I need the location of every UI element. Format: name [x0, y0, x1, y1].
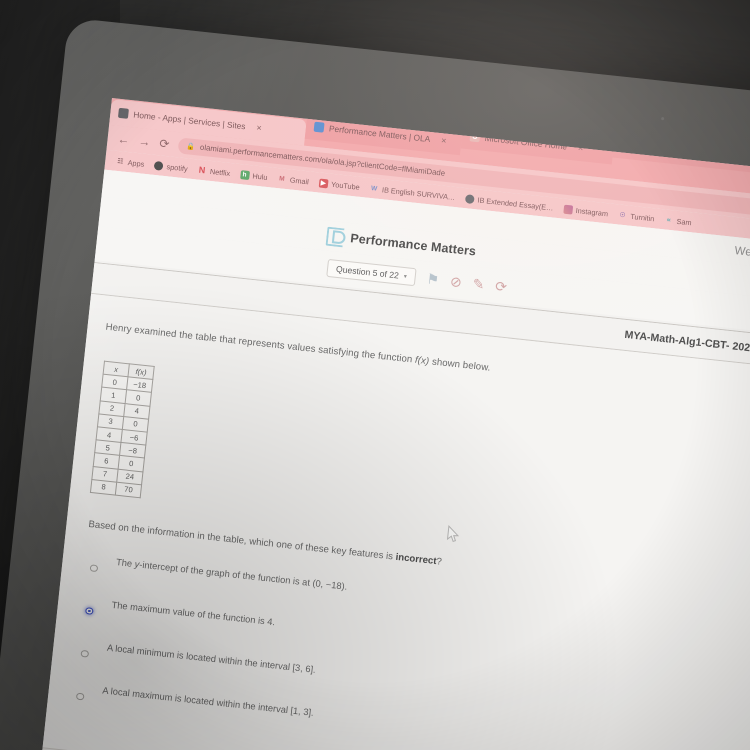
bookmark-label: Instagram [575, 205, 609, 218]
lock-icon: 🔒 [185, 142, 196, 151]
assessment-page: Welcome, MARLY S Performance Matters Que… [37, 169, 750, 750]
choice-text-after: -intercept of the graph of the function … [138, 559, 348, 592]
bezel-speck [661, 116, 665, 121]
performance-matters-icon [313, 121, 325, 133]
question-prompt-after: ? [435, 556, 443, 568]
bookmark-label: spotify [166, 161, 189, 173]
radio-button[interactable] [89, 564, 98, 573]
photo-scene: Home - Apps | Services | Sites × Perform… [0, 0, 750, 750]
globe-icon [464, 193, 475, 204]
question-selector[interactable]: Question 5 of 22 ▾ [326, 258, 417, 287]
bookmark-label: Gmail [289, 174, 310, 186]
forward-icon[interactable]: → [138, 134, 151, 149]
turnitin-icon: ☉ [619, 211, 626, 220]
bookmark-youtube[interactable]: ▶ YouTube [318, 177, 361, 192]
question-body: Henry examined the table that represents… [37, 293, 750, 750]
netflix-icon: N [198, 164, 206, 176]
instagram-icon [562, 204, 573, 215]
browser-tab-title: Home - Apps | Services | Sites [132, 109, 247, 132]
spotify-icon [153, 160, 164, 171]
performance-matters-p-icon [325, 226, 345, 247]
back-icon[interactable]: ← [117, 131, 130, 146]
youtube-icon: ▶ [318, 177, 329, 188]
pencil-icon[interactable]: ✎ [472, 275, 485, 292]
cell-x: 8 [90, 479, 117, 495]
cell-fx: 70 [115, 481, 142, 498]
bookmark-sam[interactable]: ∝ Sam [664, 215, 692, 227]
reset-icon[interactable]: ⟳ [494, 278, 507, 295]
bookmark-hulu[interactable]: h Hulu [239, 169, 268, 182]
laptop-screen: Home - Apps | Services | Sites × Perform… [37, 98, 750, 750]
bookmark-spotify[interactable]: spotify [153, 160, 189, 173]
bookmark-label: Sam [676, 216, 693, 227]
radio-button[interactable] [80, 649, 89, 658]
flag-icon[interactable]: ⚑ [426, 271, 440, 288]
word-doc-icon: W [370, 184, 378, 193]
bookmark-label: Turnitin [629, 211, 655, 223]
radio-button-selected[interactable] [84, 606, 94, 616]
reload-icon[interactable]: ⟳ [159, 136, 170, 151]
choice-text-before: The [115, 556, 136, 569]
gmail-icon: M [278, 174, 285, 183]
bookmark-label: IB Extended Essay(E… [477, 194, 554, 213]
tab-close-icon[interactable]: × [256, 123, 262, 134]
strikeout-icon[interactable]: ⊘ [449, 273, 462, 290]
sam-icon: ∝ [666, 216, 672, 225]
question-prompt-bold: incorrect [395, 551, 438, 567]
chevron-down-icon: ▾ [403, 273, 408, 280]
globe-icon [117, 107, 129, 119]
hulu-icon: h [239, 169, 250, 180]
bookmark-apps[interactable]: ☷ Apps [115, 156, 145, 169]
bookmark-netflix[interactable]: N Netflix [197, 164, 231, 178]
bookmark-turnitin[interactable]: ☉ Turnitin [618, 210, 655, 223]
bookmark-label: IB English SURVIVA… [381, 184, 456, 202]
bookmark-label: Hulu [252, 170, 268, 182]
function-value-table: x f(x) 0 −18 1 0 2 4 3 0 4 −6 5 −8 6 0 7… [89, 360, 155, 499]
bookmark-label: Apps [127, 157, 145, 169]
question-stem-after: shown below. [428, 356, 492, 374]
bookmark-gmail[interactable]: M Gmail [277, 174, 309, 186]
bookmark-label: YouTube [330, 179, 361, 192]
bookmark-instagram[interactable]: Instagram [562, 204, 609, 218]
question-stem-before: Henry examined the table that represents… [105, 321, 416, 366]
question-selector-label: Question 5 of 22 [335, 263, 400, 281]
tab-close-icon[interactable]: × [441, 135, 447, 146]
answer-choice-text: The y-intercept of the graph of the func… [116, 555, 348, 592]
bookmark-label: Netflix [209, 166, 231, 178]
radio-button[interactable] [75, 692, 85, 701]
apps-grid-icon: ☷ [116, 157, 123, 166]
